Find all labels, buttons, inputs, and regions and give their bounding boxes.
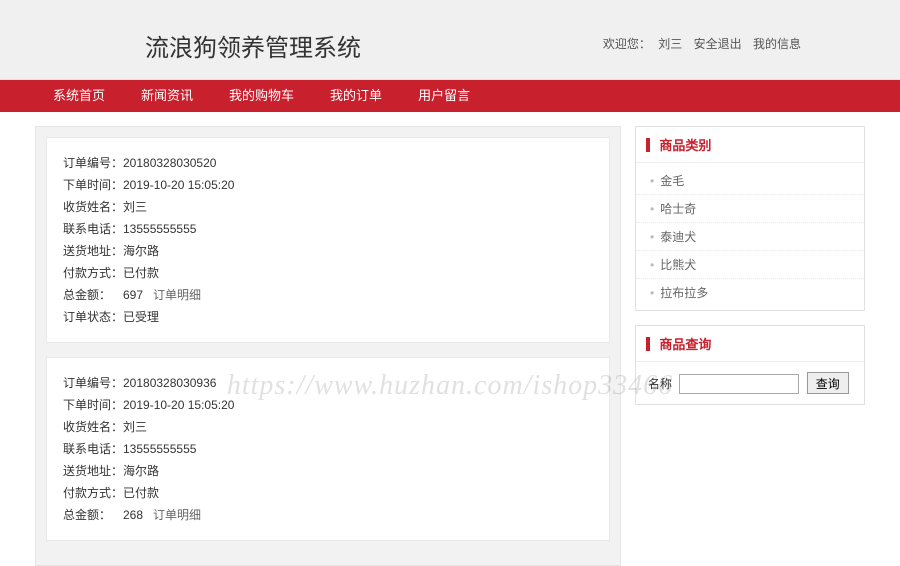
category-link[interactable]: 泰迪犬 — [660, 230, 696, 244]
category-item[interactable]: 金毛 — [636, 167, 864, 195]
search-button[interactable]: 查询 — [807, 372, 849, 394]
order-card: 订单编号：20180328030936 下单时间：2019-10-20 15:0… — [46, 357, 610, 541]
nav-orders[interactable]: 我的订单 — [312, 80, 400, 112]
site-title: 流浪狗领养管理系统 — [145, 28, 361, 63]
label-orderno: 订单编号： — [63, 152, 123, 174]
myinfo-link[interactable]: 我的信息 — [753, 37, 801, 51]
label-total: 总金额： — [63, 284, 123, 306]
search-label: 名称 — [648, 377, 672, 391]
label-phone: 联系电话： — [63, 438, 123, 460]
label-address: 送货地址： — [63, 460, 123, 482]
value-ordertime: 2019-10-20 15:05:20 — [123, 398, 234, 412]
value-name: 刘三 — [123, 420, 147, 434]
title-bar-icon — [646, 337, 650, 351]
label-total: 总金额： — [63, 504, 123, 526]
category-link[interactable]: 金毛 — [660, 174, 684, 188]
category-item[interactable]: 比熊犬 — [636, 251, 864, 279]
label-phone: 联系电话： — [63, 218, 123, 240]
header-bar: 流浪狗领养管理系统 欢迎您： 刘三 安全退出 我的信息 — [0, 0, 900, 80]
value-address: 海尔路 — [123, 244, 159, 258]
value-ordertime: 2019-10-20 15:05:20 — [123, 178, 234, 192]
username-link[interactable]: 刘三 — [658, 37, 682, 51]
order-card: 订单编号：20180328030520 下单时间：2019-10-20 15:0… — [46, 137, 610, 343]
welcome-prefix: 欢迎您： — [603, 37, 651, 51]
category-item[interactable]: 拉布拉多 — [636, 279, 864, 306]
nav-cart-label[interactable]: 我的购物车 — [229, 88, 294, 103]
logout-link[interactable]: 安全退出 — [694, 37, 742, 51]
value-total: 268 — [123, 508, 143, 522]
order-detail-link[interactable]: 订单明细 — [153, 288, 201, 302]
value-total: 697 — [123, 288, 143, 302]
category-item[interactable]: 哈士奇 — [636, 195, 864, 223]
category-box: 商品类别 金毛 哈士奇 泰迪犬 比熊犬 拉布拉多 — [635, 126, 865, 311]
label-name: 收货姓名： — [63, 416, 123, 438]
value-pay: 已付款 — [123, 486, 159, 500]
order-detail-link[interactable]: 订单明细 — [153, 508, 201, 522]
main-nav: 系统首页 新闻资讯 我的购物车 我的订单 用户留言 — [0, 80, 900, 112]
nav-message-label[interactable]: 用户留言 — [418, 88, 470, 103]
category-link[interactable]: 拉布拉多 — [660, 286, 708, 300]
category-title: 商品类别 — [659, 138, 711, 153]
label-ordertime: 下单时间： — [63, 174, 123, 196]
category-link[interactable]: 哈士奇 — [660, 202, 696, 216]
nav-cart[interactable]: 我的购物车 — [211, 80, 312, 112]
nav-news[interactable]: 新闻资讯 — [123, 80, 211, 112]
title-bar-icon — [646, 138, 650, 152]
label-address: 送货地址： — [63, 240, 123, 262]
user-panel: 欢迎您： 刘三 安全退出 我的信息 — [603, 35, 805, 52]
orders-column: 订单编号：20180328030520 下单时间：2019-10-20 15:0… — [35, 126, 621, 566]
value-phone: 13555555555 — [123, 442, 196, 456]
nav-message[interactable]: 用户留言 — [400, 80, 488, 112]
label-ordertime: 下单时间： — [63, 394, 123, 416]
nav-home[interactable]: 系统首页 — [35, 80, 123, 112]
nav-home-label[interactable]: 系统首页 — [53, 88, 105, 103]
search-title: 商品查询 — [659, 337, 711, 352]
label-status: 订单状态： — [63, 306, 123, 328]
value-pay: 已付款 — [123, 266, 159, 280]
value-orderno: 20180328030520 — [123, 156, 216, 170]
value-orderno: 20180328030936 — [123, 376, 216, 390]
category-item[interactable]: 泰迪犬 — [636, 223, 864, 251]
category-link[interactable]: 比熊犬 — [660, 258, 696, 272]
value-status: 已受理 — [123, 310, 159, 324]
value-phone: 13555555555 — [123, 222, 196, 236]
label-name: 收货姓名： — [63, 196, 123, 218]
search-box: 商品查询 名称 查询 — [635, 325, 865, 405]
value-address: 海尔路 — [123, 464, 159, 478]
label-pay: 付款方式： — [63, 262, 123, 284]
label-pay: 付款方式： — [63, 482, 123, 504]
label-orderno: 订单编号： — [63, 372, 123, 394]
value-name: 刘三 — [123, 200, 147, 214]
search-input[interactable] — [679, 374, 799, 394]
nav-orders-label[interactable]: 我的订单 — [330, 88, 382, 103]
nav-news-label[interactable]: 新闻资讯 — [141, 88, 193, 103]
